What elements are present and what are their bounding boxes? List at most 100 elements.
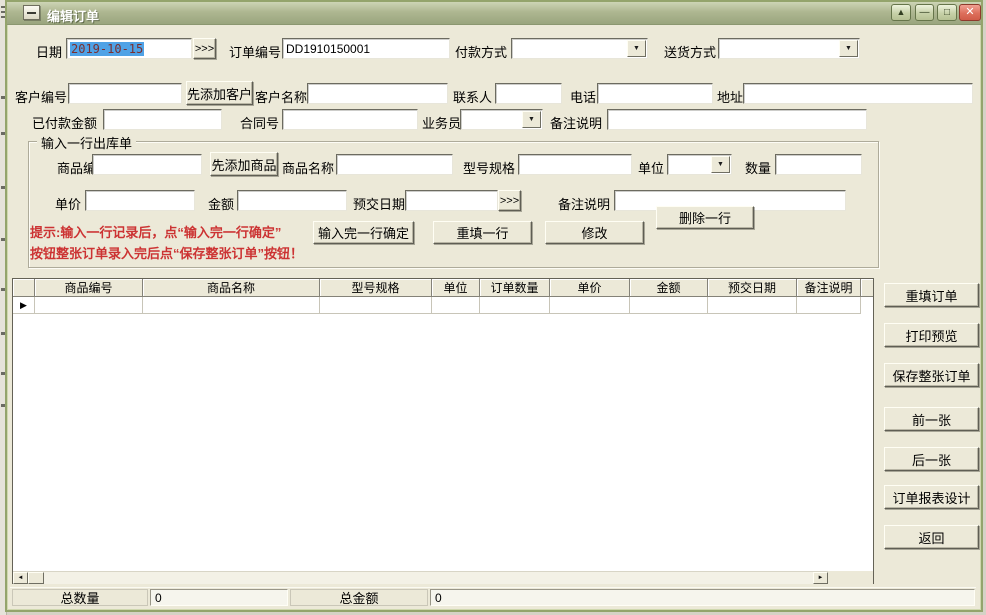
grid-header-row: 商品编号 商品名称 型号规格 单位 订单数量 单价 金额 预交日期 备注说明	[13, 279, 873, 297]
qty-label: 数量	[745, 158, 771, 177]
scrollbar-track[interactable]	[44, 572, 813, 584]
date-input[interactable]: 2019-10-15	[66, 38, 192, 59]
cell-due-date[interactable]	[708, 297, 797, 314]
grid-header-remark[interactable]: 备注说明	[797, 279, 861, 297]
save-order-button[interactable]: 保存整张订单	[884, 363, 979, 387]
minimize-button[interactable]: —	[915, 4, 934, 21]
product-no-input[interactable]	[92, 154, 202, 175]
grid-horizontal-scrollbar[interactable]: ◄ ►	[13, 571, 828, 584]
return-button[interactable]: 返回	[884, 525, 979, 549]
total-amount-value: 0	[430, 589, 975, 606]
payment-label: 付款方式	[455, 42, 507, 61]
scrollbar-thumb[interactable]	[28, 572, 44, 584]
remark-label: 备注说明	[550, 113, 602, 132]
delivery-select[interactable]: ▼	[718, 38, 860, 59]
salesman-label: 业务员	[422, 113, 461, 132]
qty-input[interactable]	[775, 154, 862, 175]
contact-input[interactable]	[495, 83, 562, 104]
grid-header-spec[interactable]: 型号规格	[320, 279, 432, 297]
grid-header-order-qty[interactable]: 订单数量	[480, 279, 550, 297]
hint-line-1: 提示:输入一行记录后，点“输入完一行确定”	[30, 222, 281, 241]
app-icon	[23, 5, 40, 20]
unit-label: 单位	[638, 158, 664, 177]
add-customer-button[interactable]: 先添加客户	[186, 81, 253, 105]
grid-header-selector	[13, 279, 35, 297]
payment-select[interactable]: ▼	[511, 38, 648, 59]
date-label: 日期	[36, 42, 62, 61]
grid-header-price[interactable]: 单价	[550, 279, 630, 297]
cell-spec[interactable]	[320, 297, 432, 314]
grid-header-product-name[interactable]: 商品名称	[143, 279, 320, 297]
scroll-left-icon[interactable]: ◄	[13, 572, 28, 584]
grid-header-amount[interactable]: 金额	[630, 279, 708, 297]
salesman-select[interactable]: ▼	[460, 109, 543, 130]
paid-amount-label: 已付款金额	[32, 113, 97, 132]
confirm-line-button[interactable]: 输入完一行确定	[313, 221, 414, 244]
modify-button[interactable]: 修改	[545, 221, 644, 244]
unit-select[interactable]: ▼	[667, 154, 732, 175]
cell-product-no[interactable]	[35, 297, 143, 314]
status-bar: 总数量 0 总金额 0	[10, 587, 976, 607]
phone-input[interactable]	[597, 83, 713, 104]
contract-no-input[interactable]	[282, 109, 418, 130]
total-qty-value: 0	[150, 589, 288, 606]
product-name-label: 商品名称	[282, 158, 334, 177]
customer-name-input[interactable]	[307, 83, 448, 104]
due-date-label: 预交日期	[353, 194, 405, 213]
price-label: 单价	[55, 194, 81, 213]
maximize-button[interactable]: □	[937, 4, 957, 21]
previous-order-button[interactable]: 前一张	[884, 407, 979, 431]
date-picker-button[interactable]: >>>	[193, 38, 216, 59]
report-design-button[interactable]: 订单报表设计	[884, 485, 979, 509]
customer-no-input[interactable]	[68, 83, 182, 104]
cell-product-name[interactable]	[143, 297, 320, 314]
window-title: 编辑订单	[47, 6, 99, 25]
dropdown-arrow-icon[interactable]: ▼	[522, 111, 541, 128]
spec-input[interactable]	[518, 154, 632, 175]
row-selector-icon: ▶	[13, 297, 35, 314]
price-input[interactable]	[85, 190, 195, 211]
dropdown-arrow-icon[interactable]: ▼	[711, 156, 730, 173]
amount-input[interactable]	[237, 190, 347, 211]
grid-header-unit[interactable]: 单位	[432, 279, 480, 297]
spec-label: 型号规格	[463, 158, 515, 177]
delivery-label: 送货方式	[664, 42, 716, 61]
order-no-label: 订单编号	[229, 42, 281, 61]
delete-line-button[interactable]: 删除一行	[656, 206, 754, 229]
scrollbar-corner-filler	[828, 571, 873, 584]
titlebar[interactable]	[7, 2, 981, 25]
due-date-input[interactable]	[405, 190, 498, 211]
line-remark-label: 备注说明	[558, 194, 610, 213]
dropdown-arrow-icon[interactable]: ▼	[627, 40, 646, 57]
scroll-right-icon[interactable]: ►	[813, 572, 828, 584]
total-qty-label: 总数量	[12, 589, 148, 606]
groupbox-title: 输入一行出库单	[37, 133, 136, 152]
add-product-button[interactable]: 先添加商品	[210, 152, 278, 176]
contact-label: 联系人	[453, 87, 492, 106]
cell-unit[interactable]	[432, 297, 480, 314]
paid-amount-input[interactable]	[103, 109, 222, 130]
order-no-input[interactable]	[282, 38, 450, 59]
remark-input[interactable]	[607, 109, 867, 130]
product-name-input[interactable]	[336, 154, 453, 175]
cell-price[interactable]	[550, 297, 630, 314]
print-preview-button[interactable]: 打印预览	[884, 323, 979, 347]
grid-header-due-date[interactable]: 预交日期	[708, 279, 797, 297]
rollup-button[interactable]: ▲	[891, 4, 911, 21]
refill-order-button[interactable]: 重填订单	[884, 283, 979, 307]
grid-header-filler	[861, 279, 873, 297]
table-row[interactable]: ▶	[13, 297, 873, 314]
cell-amount[interactable]	[630, 297, 708, 314]
cell-remark[interactable]	[797, 297, 861, 314]
next-order-button[interactable]: 后一张	[884, 447, 979, 471]
customer-name-label: 客户名称	[255, 87, 307, 106]
order-lines-grid: 商品编号 商品名称 型号规格 单位 订单数量 单价 金额 预交日期 备注说明 ▶	[12, 278, 874, 584]
address-input[interactable]	[743, 83, 973, 104]
customer-no-label: 客户编号	[15, 87, 67, 106]
grid-header-product-no[interactable]: 商品编号	[35, 279, 143, 297]
cell-order-qty[interactable]	[480, 297, 550, 314]
close-button[interactable]: ✕	[959, 4, 981, 21]
refill-line-button[interactable]: 重填一行	[433, 221, 532, 244]
dropdown-arrow-icon[interactable]: ▼	[839, 40, 858, 57]
due-date-picker-button[interactable]: >>>	[498, 190, 521, 211]
